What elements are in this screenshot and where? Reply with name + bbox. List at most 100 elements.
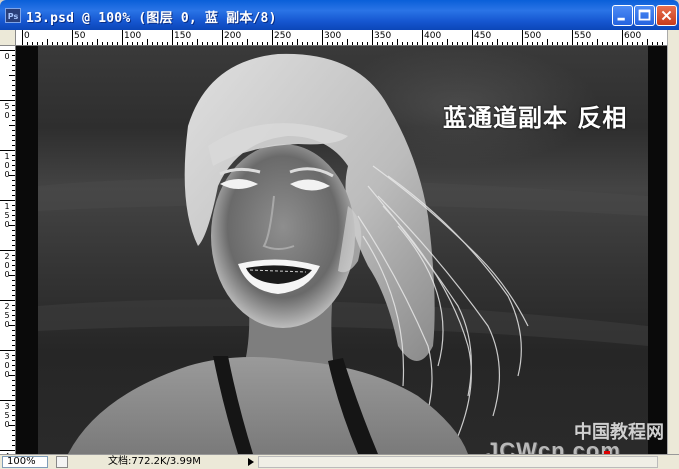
ruler-minor-tick — [12, 245, 15, 246]
ruler-minor-tick — [302, 42, 303, 45]
ruler-minor-tick — [287, 42, 288, 45]
ruler-minor-tick — [377, 42, 378, 45]
ruler-minor-tick — [262, 42, 263, 45]
ruler-major-tick — [472, 30, 473, 45]
ruler-minor-tick — [482, 42, 483, 45]
ruler-minor-tick — [442, 42, 443, 45]
ruler-minor-tick — [537, 42, 538, 45]
ruler-minor-tick — [157, 42, 158, 45]
ruler-minor-tick — [52, 42, 53, 45]
ruler-minor-tick — [532, 42, 533, 45]
close-button[interactable] — [656, 5, 677, 26]
ruler-label: 0 — [4, 52, 10, 61]
title-bar[interactable]: Ps 13.psd @ 100% (图层 0, 蓝 副本/8) — [0, 0, 679, 30]
ruler-minor-tick — [637, 42, 638, 45]
ruler-minor-tick — [12, 195, 15, 196]
ruler-minor-tick — [517, 42, 518, 45]
ruler-origin-corner[interactable] — [0, 30, 16, 46]
ruler-minor-tick — [227, 42, 228, 45]
ruler-minor-tick — [182, 42, 183, 45]
canvas-caption: 蓝通道副本 反相 — [443, 104, 628, 132]
ruler-minor-tick — [652, 42, 653, 45]
navigator-icon[interactable] — [56, 456, 68, 468]
ruler-minor-tick — [407, 42, 408, 45]
ruler-major-tick — [0, 100, 15, 101]
ruler-minor-tick — [332, 42, 333, 45]
ruler-minor-tick — [12, 335, 15, 336]
ruler-major-tick — [522, 30, 523, 45]
ruler-minor-tick — [567, 42, 568, 45]
ruler-label: 150 — [174, 31, 192, 41]
ruler-minor-tick — [292, 42, 293, 45]
ruler-minor-tick — [12, 260, 15, 261]
minimize-button[interactable] — [612, 5, 633, 26]
ruler-minor-tick — [12, 160, 15, 161]
ruler-minor-tick — [12, 445, 15, 446]
ruler-minor-tick — [12, 395, 15, 396]
ruler-minor-tick — [32, 42, 33, 45]
ruler-minor-tick — [12, 355, 15, 356]
ruler-minor-tick — [12, 105, 15, 106]
ruler-minor-tick — [12, 345, 15, 346]
ruler-minor-tick — [642, 42, 643, 45]
ruler-minor-tick — [12, 435, 15, 436]
vertical-ruler[interactable]: 05 01 0 01 5 02 0 02 5 03 0 03 5 04 0 0 — [0, 46, 16, 454]
ruler-major-tick — [0, 450, 15, 451]
ruler-minor-tick — [397, 39, 398, 45]
horizontal-scrollbar[interactable] — [258, 456, 658, 468]
ruler-minor-tick — [282, 42, 283, 45]
ruler-minor-tick — [12, 115, 15, 116]
ruler-minor-tick — [192, 42, 193, 45]
ruler-major-tick — [0, 150, 15, 151]
ruler-minor-tick — [357, 42, 358, 45]
ruler-minor-tick — [307, 42, 308, 45]
ruler-minor-tick — [12, 180, 15, 181]
ruler-minor-tick — [462, 42, 463, 45]
photoshop-document-window: Ps 13.psd @ 100% (图层 0, 蓝 副本/8) 0 50 100 15… — [0, 0, 679, 469]
ruler-label: 500 — [524, 31, 542, 41]
status-menu-arrow-icon[interactable] — [246, 457, 256, 467]
zoom-level-field[interactable]: 100% — [2, 456, 48, 468]
ruler-minor-tick — [402, 42, 403, 45]
ruler-minor-tick — [582, 42, 583, 45]
ruler-minor-tick — [432, 42, 433, 45]
ruler-minor-tick — [12, 280, 15, 281]
ruler-minor-tick — [12, 320, 15, 321]
ruler-label: 50 — [74, 31, 86, 41]
ruler-major-tick — [0, 350, 15, 351]
ruler-label: 350 — [374, 31, 392, 41]
ruler-minor-tick — [592, 42, 593, 45]
ruler-minor-tick — [12, 90, 15, 91]
ruler-minor-tick — [62, 42, 63, 45]
ruler-minor-tick — [12, 385, 15, 386]
photoshop-app-icon[interactable]: Ps — [5, 8, 21, 23]
ruler-minor-tick — [542, 42, 543, 45]
ruler-minor-tick — [477, 42, 478, 45]
ruler-minor-tick — [9, 275, 15, 276]
ruler-minor-tick — [12, 340, 15, 341]
ruler-minor-tick — [12, 170, 15, 171]
ruler-minor-tick — [12, 190, 15, 191]
ruler-minor-tick — [12, 390, 15, 391]
ruler-major-tick — [572, 30, 573, 45]
vertical-scrollbar[interactable] — [667, 30, 679, 454]
ruler-minor-tick — [382, 42, 383, 45]
ruler-minor-tick — [12, 120, 15, 121]
ruler-minor-tick — [12, 155, 15, 156]
document-canvas[interactable]: 蓝通道副本 反相 中国教程网 JCWcn.com — [16, 46, 667, 454]
ruler-minor-tick — [597, 39, 598, 45]
document-size-info[interactable]: 文档:772.2K/3.99M — [108, 455, 201, 469]
ruler-minor-tick — [512, 42, 513, 45]
ruler-minor-tick — [117, 42, 118, 45]
ruler-minor-tick — [452, 42, 453, 45]
horizontal-ruler[interactable]: 0 50 100 150 200 250 300 350 400 450 500 550 600 — [16, 30, 667, 46]
ruler-minor-tick — [12, 380, 15, 381]
ruler-minor-tick — [612, 42, 613, 45]
ruler-minor-tick — [12, 305, 15, 306]
ruler-minor-tick — [12, 230, 15, 231]
ruler-minor-tick — [12, 70, 15, 71]
ruler-minor-tick — [562, 42, 563, 45]
ruler-minor-tick — [352, 42, 353, 45]
ruler-minor-tick — [12, 365, 15, 366]
maximize-button[interactable] — [634, 5, 655, 26]
